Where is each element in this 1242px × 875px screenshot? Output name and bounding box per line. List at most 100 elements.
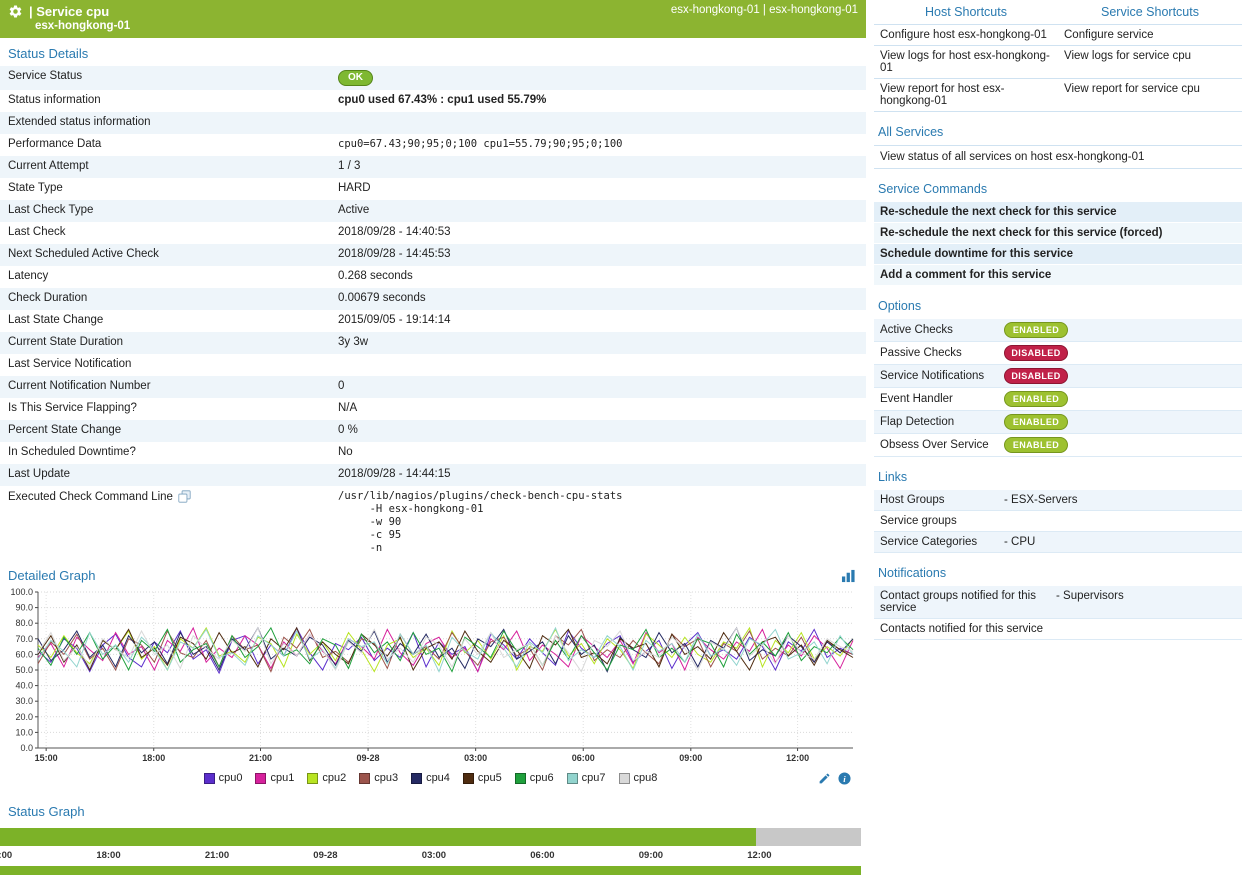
view-service-logs-link[interactable]: View logs for service cpu — [1058, 46, 1242, 78]
table-row: Next Scheduled Active Check 2018/09/28 -… — [0, 244, 866, 266]
notifications-title: Notifications — [874, 553, 1242, 586]
chart-actions: i — [818, 772, 851, 785]
view-service-report-link[interactable]: View report for service cpu — [1058, 79, 1242, 111]
row-label: Next Scheduled Active Check — [0, 244, 332, 264]
status-tick-label: 03:00 — [422, 850, 446, 861]
status-ok-badge: OK — [338, 70, 373, 86]
link-label: Service groups — [880, 515, 1004, 527]
svg-text:03:00: 03:00 — [464, 753, 487, 763]
row-label: Performance Data — [0, 134, 332, 154]
row-label: Current State Duration — [0, 332, 332, 352]
page: | Service cpu esx-hongkong-01 | esx-hong… — [0, 0, 1242, 875]
enabled-badge[interactable]: ENABLED — [1004, 391, 1068, 407]
row-label: Last Check Type — [0, 200, 332, 220]
pencil-icon[interactable] — [818, 772, 831, 785]
option-label: Flap Detection — [880, 416, 1004, 428]
row-label: Last State Change — [0, 310, 332, 330]
row-label: Service Status — [0, 66, 332, 86]
legend-item: cpu5 — [463, 772, 502, 784]
bar-chart-icon[interactable] — [841, 569, 856, 583]
legend-item: cpu4 — [411, 772, 450, 784]
row-value: N/A — [332, 398, 866, 418]
host-groups-value[interactable]: - ESX-Servers — [1004, 494, 1078, 506]
table-row: Flap Detection ENABLED — [874, 411, 1242, 434]
main-panel: | Service cpu esx-hongkong-01 | esx-hong… — [0, 0, 866, 875]
options-table: Active Checks ENABLED Passive Checks DIS… — [874, 319, 1242, 457]
configure-host-link[interactable]: Configure host esx-hongkong-01 — [874, 25, 1058, 45]
enabled-badge[interactable]: ENABLED — [1004, 414, 1068, 430]
status-segment-no-data — [756, 828, 861, 846]
host-shortcuts-title[interactable]: Host Shortcuts — [874, 0, 1058, 24]
detailed-graph-title: Detailed Graph — [8, 568, 95, 583]
service-commands-title: Service Commands — [874, 169, 1242, 202]
table-row: Current Attempt 1 / 3 — [0, 156, 866, 178]
chart-legend-row: cpu0cpu1cpu2cpu3cpu4cpu5cpu6cpu7cpu8 i — [0, 764, 861, 788]
enabled-badge[interactable]: ENABLED — [1004, 437, 1068, 453]
svg-text:100.0: 100.0 — [10, 587, 33, 597]
links-title: Links — [874, 457, 1242, 490]
disabled-badge[interactable]: DISABLED — [1004, 345, 1068, 361]
chart-legend: cpu0cpu1cpu2cpu3cpu4cpu5cpu6cpu7cpu8 — [0, 772, 861, 784]
row-label: Percent State Change — [0, 420, 332, 440]
link-label: Host Groups — [880, 494, 1004, 506]
reschedule-check-forced-command[interactable]: Re-schedule the next check for this serv… — [874, 223, 1242, 244]
svg-text:06:00: 06:00 — [572, 753, 595, 763]
table-row: Last State Change 2015/09/05 - 19:14:14 — [0, 310, 866, 332]
legend-swatch — [567, 773, 578, 784]
status-details-title: Status Details — [0, 38, 866, 66]
row-value: 2015/09/05 - 19:14:14 — [332, 310, 866, 330]
row-value: OK — [332, 66, 866, 90]
table-row: Performance Data cpu0=67.43;90;95;0;100 … — [0, 134, 866, 156]
view-host-logs-link[interactable]: View logs for host esx-hongkong-01 — [874, 46, 1058, 78]
row-value: Active — [332, 200, 866, 220]
schedule-downtime-command[interactable]: Schedule downtime for this service — [874, 244, 1242, 265]
row-value: 3y 3w — [332, 332, 866, 352]
legend-item: cpu0 — [204, 772, 243, 784]
legend-label: cpu8 — [634, 772, 658, 784]
option-label: Obsess Over Service — [880, 439, 1004, 451]
header-host-link[interactable]: esx-hongkong-01 — [671, 4, 760, 16]
option-label: Passive Checks — [880, 347, 1004, 359]
status-details-table: Service Status OK Status information cpu… — [0, 66, 866, 559]
table-row: Latency 0.268 seconds — [0, 266, 866, 288]
add-comment-command[interactable]: Add a comment for this service — [874, 265, 1242, 286]
gear-icon[interactable] — [8, 4, 23, 19]
all-services-title: All Services — [874, 112, 1242, 145]
service-categories-value[interactable]: - CPU — [1004, 536, 1035, 548]
configure-service-link[interactable]: Configure service — [1058, 25, 1242, 45]
row-value: /usr/lib/nagios/plugins/check-bench-cpu-… — [332, 486, 866, 559]
header-service-link[interactable]: esx-hongkong-01 — [769, 4, 858, 16]
table-row: Configure host esx-hongkong-01 Configure… — [874, 24, 1242, 45]
status-timeline-bar — [0, 828, 861, 846]
disabled-badge[interactable]: DISABLED — [1004, 368, 1068, 384]
row-value — [332, 354, 866, 362]
service-shortcuts-title[interactable]: Service Shortcuts — [1058, 0, 1242, 24]
svg-text:0.0: 0.0 — [20, 743, 33, 753]
legend-label: cpu7 — [582, 772, 606, 784]
link-label: Service Categories — [880, 536, 1004, 548]
table-row: View report for host esx-hongkong-01 Vie… — [874, 78, 1242, 111]
svg-text:60.0: 60.0 — [15, 649, 33, 659]
show-command-icon[interactable] — [178, 490, 191, 503]
enabled-badge[interactable]: ENABLED — [1004, 322, 1068, 338]
view-host-report-link[interactable]: View report for host esx-hongkong-01 — [874, 79, 1058, 111]
legend-swatch — [307, 773, 318, 784]
legend-swatch — [359, 773, 370, 784]
info-icon[interactable]: i — [838, 772, 851, 785]
command-line-text: /usr/lib/nagios/plugins/check-bench-cpu-… — [338, 490, 860, 555]
service-commands-list: Re-schedule the next check for this serv… — [874, 202, 1242, 286]
legend-label: cpu3 — [374, 772, 398, 784]
svg-text:15:00: 15:00 — [35, 753, 58, 763]
table-row: In Scheduled Downtime? No — [0, 442, 866, 464]
status-tick-label: 09-28 — [313, 850, 337, 861]
legend-label: cpu4 — [426, 772, 450, 784]
status-timeline-axis: 15:0018:0021:0009-2803:0006:0009:0012:00 — [0, 850, 861, 863]
status-tick-label: 15:00 — [0, 850, 12, 861]
view-all-services-link[interactable]: View status of all services on host esx-… — [874, 145, 1242, 169]
table-row: Last Service Notification — [0, 354, 866, 376]
contact-groups-value[interactable]: - Supervisors — [1056, 590, 1124, 614]
table-row: Service Status OK — [0, 66, 866, 90]
row-label-text: Executed Check Command Line — [8, 491, 173, 503]
svg-text:70.0: 70.0 — [15, 634, 33, 644]
reschedule-check-command[interactable]: Re-schedule the next check for this serv… — [874, 202, 1242, 223]
